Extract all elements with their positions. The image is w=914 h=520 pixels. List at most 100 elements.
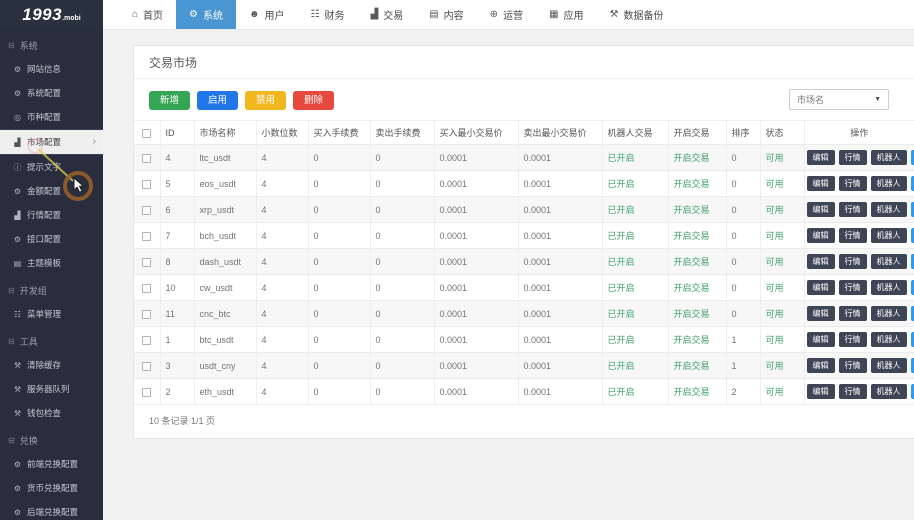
edit-button[interactable]: 编辑 xyxy=(807,254,835,269)
view-orders-button[interactable]: 查看订单 xyxy=(911,358,914,373)
quote-button[interactable]: 行情 xyxy=(839,202,867,217)
add-button[interactable]: 新增 xyxy=(149,91,190,110)
quote-button[interactable]: 行情 xyxy=(839,228,867,243)
sidebar-item-hint-text[interactable]: ⓘ提示文字 xyxy=(0,155,103,179)
row-checkbox[interactable] xyxy=(142,336,151,345)
robot-button[interactable]: 机器人 xyxy=(871,358,907,373)
edit-button[interactable]: 编辑 xyxy=(807,280,835,295)
row-checkbox[interactable] xyxy=(142,154,151,163)
sidebar-item-exchange-currency-config[interactable]: ⚙货币兑换配置 xyxy=(0,476,103,500)
sidebar-item-label: 钱包检查 xyxy=(27,407,61,419)
sidebar-item-exchange-backend-config[interactable]: ⚙后端兑换配置 xyxy=(0,500,103,520)
view-orders-button[interactable]: 查看订单 xyxy=(911,254,914,269)
sidebar-section-tools[interactable]: ⊟工具 xyxy=(0,326,103,353)
enable-button[interactable]: 启用 xyxy=(197,91,238,110)
edit-button[interactable]: 编辑 xyxy=(807,176,835,191)
nav-item-data-backup[interactable]: ⚒数据备份 xyxy=(597,0,677,29)
cell-open[interactable]: 开启交易 xyxy=(668,353,726,379)
nav-item-label: 用户 xyxy=(265,7,285,22)
row-checkbox[interactable] xyxy=(142,284,151,293)
robot-button[interactable]: 机器人 xyxy=(871,228,907,243)
robot-button[interactable]: 机器人 xyxy=(871,280,907,295)
view-orders-button[interactable]: 查看订单 xyxy=(911,176,914,191)
sidebar-item-quote-config[interactable]: ▟行情配置 xyxy=(0,203,103,227)
robot-button[interactable]: 机器人 xyxy=(871,332,907,347)
api-config-icon: ⚙ xyxy=(13,235,22,244)
nav-item-apps[interactable]: ▦应用 xyxy=(536,0,596,29)
cell-open[interactable]: 开启交易 xyxy=(668,145,726,171)
cell-open[interactable]: 开启交易 xyxy=(668,197,726,223)
robot-button[interactable]: 机器人 xyxy=(871,176,907,191)
row-checkbox[interactable] xyxy=(142,258,151,267)
quote-button[interactable]: 行情 xyxy=(839,176,867,191)
cell-open[interactable]: 开启交易 xyxy=(668,223,726,249)
sidebar-section-system[interactable]: ⊟系统 xyxy=(0,30,103,57)
row-checkbox[interactable] xyxy=(142,310,151,319)
row-checkbox[interactable] xyxy=(142,232,151,241)
cell-open[interactable]: 开启交易 xyxy=(668,171,726,197)
row-checkbox[interactable] xyxy=(142,206,151,215)
cell-open[interactable]: 开启交易 xyxy=(668,327,726,353)
disable-button[interactable]: 禁用 xyxy=(245,91,286,110)
nav-item-content[interactable]: ▤内容 xyxy=(416,0,476,29)
edit-button[interactable]: 编辑 xyxy=(807,150,835,165)
view-orders-button[interactable]: 查看订单 xyxy=(911,332,914,347)
brand-logo[interactable]: 1993.mobi xyxy=(0,0,103,30)
view-orders-button[interactable]: 查看订单 xyxy=(911,384,914,399)
view-orders-button[interactable]: 查看订单 xyxy=(911,306,914,321)
quote-button[interactable]: 行情 xyxy=(839,306,867,321)
quote-button[interactable]: 行情 xyxy=(839,280,867,295)
quote-button[interactable]: 行情 xyxy=(839,384,867,399)
edit-button[interactable]: 编辑 xyxy=(807,332,835,347)
sidebar-item-exchange-front-config[interactable]: ⚙前端兑换配置 xyxy=(0,452,103,476)
sidebar-item-server-queue[interactable]: ⚒服务器队列 xyxy=(0,377,103,401)
sidebar-item-label: 网站信息 xyxy=(27,63,61,75)
view-orders-button[interactable]: 查看订单 xyxy=(911,150,914,165)
sidebar-item-wallet-check[interactable]: ⚒钱包检查 xyxy=(0,401,103,425)
robot-button[interactable]: 机器人 xyxy=(871,254,907,269)
robot-button[interactable]: 机器人 xyxy=(871,202,907,217)
robot-button[interactable]: 机器人 xyxy=(871,150,907,165)
nav-item-finance[interactable]: ☷财务 xyxy=(298,0,358,29)
market-name-select[interactable]: 市场名 ▼ xyxy=(789,89,889,110)
cell-open[interactable]: 开启交易 xyxy=(668,301,726,327)
nav-item-trade[interactable]: ▟交易 xyxy=(358,0,417,29)
select-all-checkbox[interactable] xyxy=(142,129,151,138)
sidebar-item-website-info[interactable]: ⚙网站信息 xyxy=(0,57,103,81)
sidebar-item-menu-manage[interactable]: ☷菜单管理 xyxy=(0,302,103,326)
sidebar-section-exchange[interactable]: ⊟兑换 xyxy=(0,425,103,452)
row-checkbox[interactable] xyxy=(142,388,151,397)
sidebar-item-market-config[interactable]: ▟市场配置› xyxy=(0,129,103,155)
sidebar-item-clear-cache[interactable]: ⚒清除缓存 xyxy=(0,353,103,377)
sidebar-item-api-config[interactable]: ⚙接口配置 xyxy=(0,227,103,251)
nav-item-operations[interactable]: ⊕运营 xyxy=(477,0,536,29)
sidebar-section-dev-group[interactable]: ⊟开发组 xyxy=(0,275,103,302)
edit-button[interactable]: 编辑 xyxy=(807,202,835,217)
quote-button[interactable]: 行情 xyxy=(839,332,867,347)
edit-button[interactable]: 编辑 xyxy=(807,306,835,321)
quote-button[interactable]: 行情 xyxy=(839,254,867,269)
cell-open[interactable]: 开启交易 xyxy=(668,249,726,275)
nav-item-system[interactable]: ⚙系统 xyxy=(176,0,236,29)
edit-button[interactable]: 编辑 xyxy=(807,228,835,243)
view-orders-button[interactable]: 查看订单 xyxy=(911,280,914,295)
robot-button[interactable]: 机器人 xyxy=(871,306,907,321)
cell-open[interactable]: 开启交易 xyxy=(668,275,726,301)
quote-button[interactable]: 行情 xyxy=(839,358,867,373)
row-checkbox[interactable] xyxy=(142,180,151,189)
quote-button[interactable]: 行情 xyxy=(839,150,867,165)
sidebar-item-amount-config[interactable]: ⚙金额配置 xyxy=(0,179,103,203)
sidebar-item-system-config[interactable]: ⚙系统配置 xyxy=(0,81,103,105)
row-checkbox[interactable] xyxy=(142,362,151,371)
nav-item-users[interactable]: ☻用户 xyxy=(236,0,298,29)
nav-item-home[interactable]: ⌂首页 xyxy=(119,0,176,29)
sidebar-item-theme-template[interactable]: ▤主题模板 xyxy=(0,251,103,275)
cell-open[interactable]: 开启交易 xyxy=(668,379,726,405)
view-orders-button[interactable]: 查看订单 xyxy=(911,228,914,243)
edit-button[interactable]: 编辑 xyxy=(807,384,835,399)
delete-button[interactable]: 删除 xyxy=(293,91,334,110)
sidebar-item-coin-config[interactable]: ◎币种配置 xyxy=(0,105,103,129)
robot-button[interactable]: 机器人 xyxy=(871,384,907,399)
edit-button[interactable]: 编辑 xyxy=(807,358,835,373)
view-orders-button[interactable]: 查看订单 xyxy=(911,202,914,217)
